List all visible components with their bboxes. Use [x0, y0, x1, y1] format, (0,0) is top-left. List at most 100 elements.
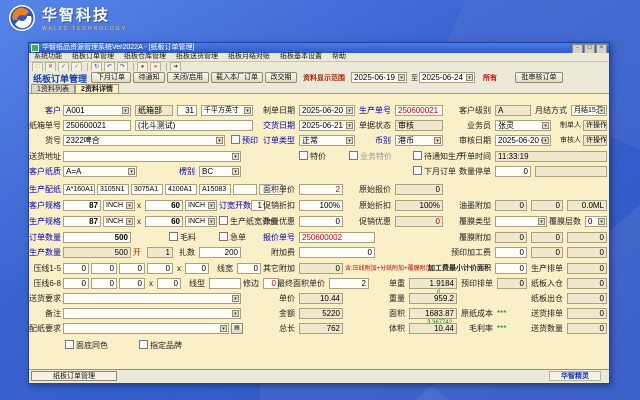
production-spec-unit2-select[interactable]: INCH	[185, 216, 217, 227]
qty-hold-field[interactable]: 0	[495, 166, 531, 177]
gross-material-checkbox[interactable]: 毛料	[169, 232, 196, 244]
production-schedule-field[interactable]: 0	[567, 263, 607, 274]
menu-system[interactable]: 系统功能	[29, 53, 67, 61]
delivery-req-select[interactable]	[63, 293, 241, 304]
crease1-field-5[interactable]: 0	[185, 263, 209, 274]
about-icon[interactable]: ●	[150, 62, 161, 72]
amount-field[interactable]: 5220	[299, 308, 343, 319]
film-surcharge-field-2[interactable]: 0	[531, 232, 563, 243]
ink-surcharge-field-1[interactable]: 0	[495, 200, 527, 211]
menu-monthly[interactable]: 纸板月结对账	[223, 53, 275, 61]
surcharge-field[interactable]: 0	[299, 247, 375, 258]
crease2-field-4[interactable]: 0	[157, 278, 181, 289]
paper-mix-field-3[interactable]: 3075A1	[131, 184, 163, 195]
make-date-picker[interactable]: 2025-06-20	[299, 105, 355, 116]
final-area-price-field[interactable]: 2	[329, 278, 369, 289]
maker-field[interactable]: 许操作	[583, 120, 607, 131]
menu-warehouse[interactable]: 纸板仓库管理	[119, 53, 171, 61]
other-surcharge-field[interactable]: 0	[299, 263, 343, 274]
unpost-icon[interactable]: ✓	[71, 62, 82, 72]
pending-notify-button[interactable]: 待通知	[133, 72, 165, 83]
preprint-fee-field-1[interactable]: 0	[495, 247, 527, 258]
preprint-schedule-field[interactable]: 0	[497, 278, 527, 289]
crease1-field-1[interactable]: 0	[63, 263, 89, 274]
volume-field[interactable]: 10.44	[409, 323, 457, 334]
area-price-field[interactable]: 2	[299, 184, 343, 195]
unit-price-field[interactable]: 10.44	[299, 293, 343, 304]
customer-count-field[interactable]: 31	[177, 105, 197, 116]
film-layers-select[interactable]: 0	[585, 216, 607, 227]
load-factory-order-button[interactable]: 载入本厂订单	[211, 72, 263, 83]
scope-all-label[interactable]: 所有	[483, 73, 497, 83]
customer-paper-select[interactable]: A=A	[63, 166, 137, 177]
exit-icon[interactable]: ➜	[170, 62, 181, 72]
board-out-field[interactable]: 0	[567, 293, 607, 304]
same-color-checkbox[interactable]: 面底同色	[65, 340, 108, 352]
tab-data-list[interactable]: 1资料列表	[31, 84, 75, 93]
delivery-schedule-field[interactable]: 0	[567, 308, 607, 319]
ink-surcharge-field-2[interactable]: 0	[531, 200, 563, 211]
delivery-address-select[interactable]	[63, 151, 241, 162]
film-surcharge-field-3[interactable]: 0	[567, 232, 607, 243]
film-type-select[interactable]	[495, 216, 547, 227]
customer-spec-unit1-select[interactable]: INCH	[103, 200, 135, 211]
board-in-field[interactable]: 0	[567, 278, 607, 289]
qty-hold-extra-field[interactable]	[535, 166, 607, 177]
close-enable-button[interactable]: 关闭/启用	[167, 72, 209, 83]
paper-mix-field-1[interactable]: A*160A1	[63, 184, 95, 195]
redo-icon[interactable]: ↷	[117, 62, 128, 72]
preprint-fee-field-3[interactable]: 0	[567, 247, 607, 258]
auditor-field[interactable]: 许操作	[583, 135, 607, 146]
total-length-field[interactable]: 762	[299, 323, 343, 334]
film-surcharge-field-1[interactable]: 0	[495, 232, 527, 243]
remark-select[interactable]	[63, 308, 241, 319]
customer-spec-height-field[interactable]: 60	[145, 200, 183, 211]
customer-dept-field[interactable]: 纸箱部	[135, 105, 173, 116]
batch-audit-button[interactable]: 批审核订单	[515, 72, 563, 83]
undo-icon[interactable]: ↶	[104, 62, 115, 72]
production-spec-width-field[interactable]: 87	[63, 216, 101, 227]
paper-mix-field-4[interactable]: 4100A1	[165, 184, 197, 195]
assistant-button[interactable]: 华智精灵	[549, 371, 601, 381]
paper-mix-field-2[interactable]: 3105N1	[97, 184, 129, 195]
delete-icon[interactable]: ✕	[45, 62, 56, 72]
change-delivery-date-button[interactable]: 改交期	[265, 72, 297, 83]
weight-field[interactable]: 959.2	[409, 293, 457, 304]
specified-brand-checkbox[interactable]: 指定品牌	[139, 340, 182, 352]
quote-no-field[interactable]: 250600002	[299, 232, 375, 243]
tab-data-detail[interactable]: 2资料详情	[75, 84, 119, 93]
crease1-field-2[interactable]: 0	[91, 263, 117, 274]
menu-order-mgmt[interactable]: 纸板订单管理	[67, 53, 119, 61]
delivery-qty-field[interactable]: 0	[567, 323, 607, 334]
orig-quote-field[interactable]: 0	[395, 184, 443, 195]
customer-code-select[interactable]: A001	[63, 105, 131, 116]
production-qty-field[interactable]: 500	[63, 247, 131, 258]
special-price-checkbox[interactable]: 特价	[299, 151, 326, 163]
item-no-select[interactable]: 2322啤合	[63, 135, 225, 146]
open-time-field[interactable]: 11:33:19	[495, 151, 607, 162]
menu-settings[interactable]: 纸板基本设置	[275, 53, 327, 61]
customer-spec-unit2-select[interactable]: INCH	[185, 200, 217, 211]
biz-special-price-checkbox[interactable]: 业务特价	[349, 151, 392, 163]
promo-discount-field[interactable]: 100%	[299, 200, 343, 211]
date-from-picker[interactable]: 2025-06-19	[351, 72, 407, 83]
production-spec-unit1-select[interactable]: INCH	[103, 216, 135, 227]
crease2-field-3[interactable]: 0	[119, 278, 145, 289]
crease2-field-2[interactable]: 0	[91, 278, 117, 289]
box-order-no-field[interactable]: 250600021	[63, 120, 131, 131]
kai-count-field[interactable]: 1	[147, 247, 173, 258]
task-tab-order-mgmt[interactable]: 纸板订单管理	[31, 371, 117, 381]
salesman-select[interactable]: 张灵	[495, 120, 551, 131]
date-to-picker[interactable]: 2025-06-24	[419, 72, 475, 83]
next-month-order-button[interactable]: 下月订单	[91, 72, 131, 83]
paper-req-select[interactable]	[63, 323, 229, 334]
min-billing-area-field[interactable]: 0	[495, 263, 527, 274]
customer-level-field[interactable]: A	[495, 105, 531, 116]
ink-surcharge-field-3[interactable]: 0.0ML	[567, 200, 607, 211]
new-icon[interactable]: □	[32, 62, 43, 72]
crease1-field-4[interactable]: 0	[147, 263, 173, 274]
paper-mix-field-5[interactable]: A15083	[199, 184, 231, 195]
order-type-select[interactable]: 正常	[299, 135, 355, 146]
qty-discount-field[interactable]: 0	[299, 216, 343, 227]
crease1-field-3[interactable]: 0	[119, 263, 145, 274]
